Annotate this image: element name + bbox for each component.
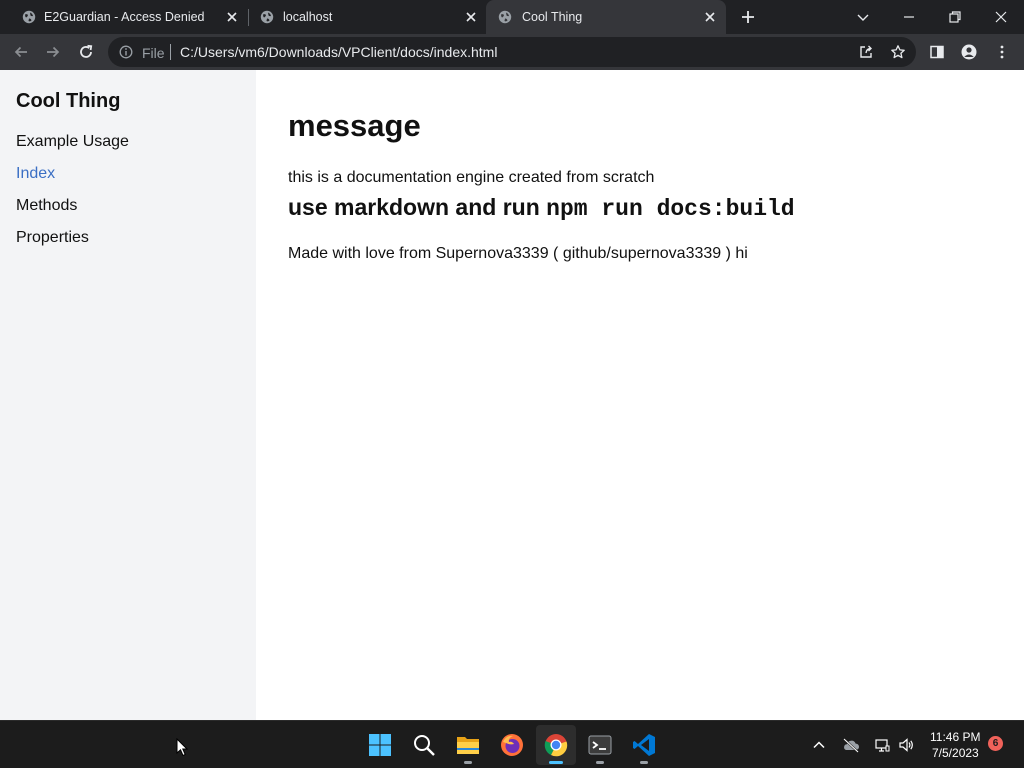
restore-icon[interactable] <box>947 9 963 25</box>
page-heading: message <box>288 108 421 143</box>
chrome-icon <box>544 734 568 757</box>
sidebar-link-example-usage[interactable]: Example Usage <box>16 133 129 151</box>
running-indicator <box>640 761 648 764</box>
sidebar-link-properties[interactable]: Properties <box>16 229 89 247</box>
vscode-icon <box>633 734 655 756</box>
inline-code: npm run docs:build <box>546 196 795 222</box>
tab-e2guardian[interactable]: E2Guardian - Access Denied <box>0 0 248 34</box>
taskbar-terminal[interactable] <box>580 725 620 765</box>
reload-icon[interactable] <box>78 44 94 60</box>
profile-icon[interactable] <box>961 44 977 60</box>
docs-content: message this is a documentation engine c… <box>288 70 988 720</box>
browser-toolbar: File C:/Users/vm6/Downloads/VPClient/doc… <box>0 34 1024 70</box>
onedrive-offline-icon[interactable] <box>842 737 860 753</box>
close-icon[interactable] <box>704 11 716 23</box>
network-icon[interactable] <box>874 737 890 753</box>
taskbar-chrome[interactable] <box>536 725 576 765</box>
taskbar-vscode[interactable] <box>624 725 664 765</box>
globe-icon <box>22 10 36 24</box>
terminal-icon <box>588 735 612 755</box>
forward-icon[interactable] <box>45 44 61 60</box>
sidebar-link-index[interactable]: Index <box>16 165 55 183</box>
tab-title: Cool Thing <box>522 10 583 24</box>
sidebar-title: Cool Thing <box>16 90 121 112</box>
tab-strip: E2Guardian - Access Denied localhost Coo… <box>0 0 1024 34</box>
tab-title: E2Guardian - Access Denied <box>44 10 205 24</box>
start-button[interactable] <box>360 725 400 765</box>
bookmark-star-icon[interactable] <box>890 44 906 60</box>
tab-title: localhost <box>283 10 333 24</box>
subheading: use markdown and run npm run docs:build <box>288 194 795 222</box>
side-panel-icon[interactable] <box>929 44 945 60</box>
menu-kebab-icon[interactable] <box>994 44 1010 60</box>
minimize-icon[interactable] <box>901 9 917 25</box>
mouse-cursor-icon <box>176 738 188 757</box>
chevron-up-icon[interactable] <box>811 737 827 753</box>
firefox-icon <box>501 734 523 756</box>
globe-icon <box>260 10 274 24</box>
sidebar-link-methods[interactable]: Methods <box>16 197 77 215</box>
docs-sidebar: Cool Thing Example Usage Index Methods P… <box>0 70 256 720</box>
file-explorer-icon <box>457 737 479 754</box>
address-bar[interactable]: File C:/Users/vm6/Downloads/VPClient/doc… <box>108 37 916 67</box>
page-viewport: Cool Thing Example Usage Index Methods P… <box>0 70 1024 720</box>
taskbar-file-explorer[interactable] <box>448 725 488 765</box>
volume-icon[interactable] <box>898 737 914 753</box>
tab-search-chevron-icon[interactable] <box>855 9 871 25</box>
new-tab-icon[interactable] <box>740 9 756 25</box>
address-separator <box>170 44 171 60</box>
clock-date: 7/5/2023 <box>932 746 979 760</box>
subheading-text: use markdown and run <box>288 194 547 220</box>
windows-taskbar: 11:46 PM 7/5/2023 <box>0 720 1024 768</box>
taskbar-firefox[interactable] <box>492 725 532 765</box>
intro-paragraph: this is a documentation engine created f… <box>288 169 655 186</box>
running-indicator <box>464 761 472 764</box>
footer-paragraph: Made with love from Supernova3339 ( gith… <box>288 245 748 262</box>
running-indicator <box>549 761 563 764</box>
scheme-label: File <box>142 45 165 61</box>
tab-cool-thing[interactable]: Cool Thing <box>486 0 726 34</box>
close-icon[interactable] <box>465 11 477 23</box>
info-icon[interactable] <box>119 45 133 59</box>
back-icon[interactable] <box>13 44 29 60</box>
globe-icon <box>498 10 512 24</box>
search-icon <box>414 735 435 756</box>
search-button[interactable] <box>404 725 444 765</box>
url-text[interactable]: C:/Users/vm6/Downloads/VPClient/docs/ind… <box>180 44 497 60</box>
windows-start-icon <box>369 734 391 756</box>
running-indicator <box>596 761 604 764</box>
notification-badge[interactable]: 6 <box>988 736 1003 751</box>
close-icon[interactable] <box>226 11 238 23</box>
share-icon[interactable] <box>858 44 874 60</box>
close-window-icon[interactable] <box>993 9 1009 25</box>
tab-localhost[interactable]: localhost <box>248 0 486 34</box>
clock-time: 11:46 PM <box>930 730 981 744</box>
